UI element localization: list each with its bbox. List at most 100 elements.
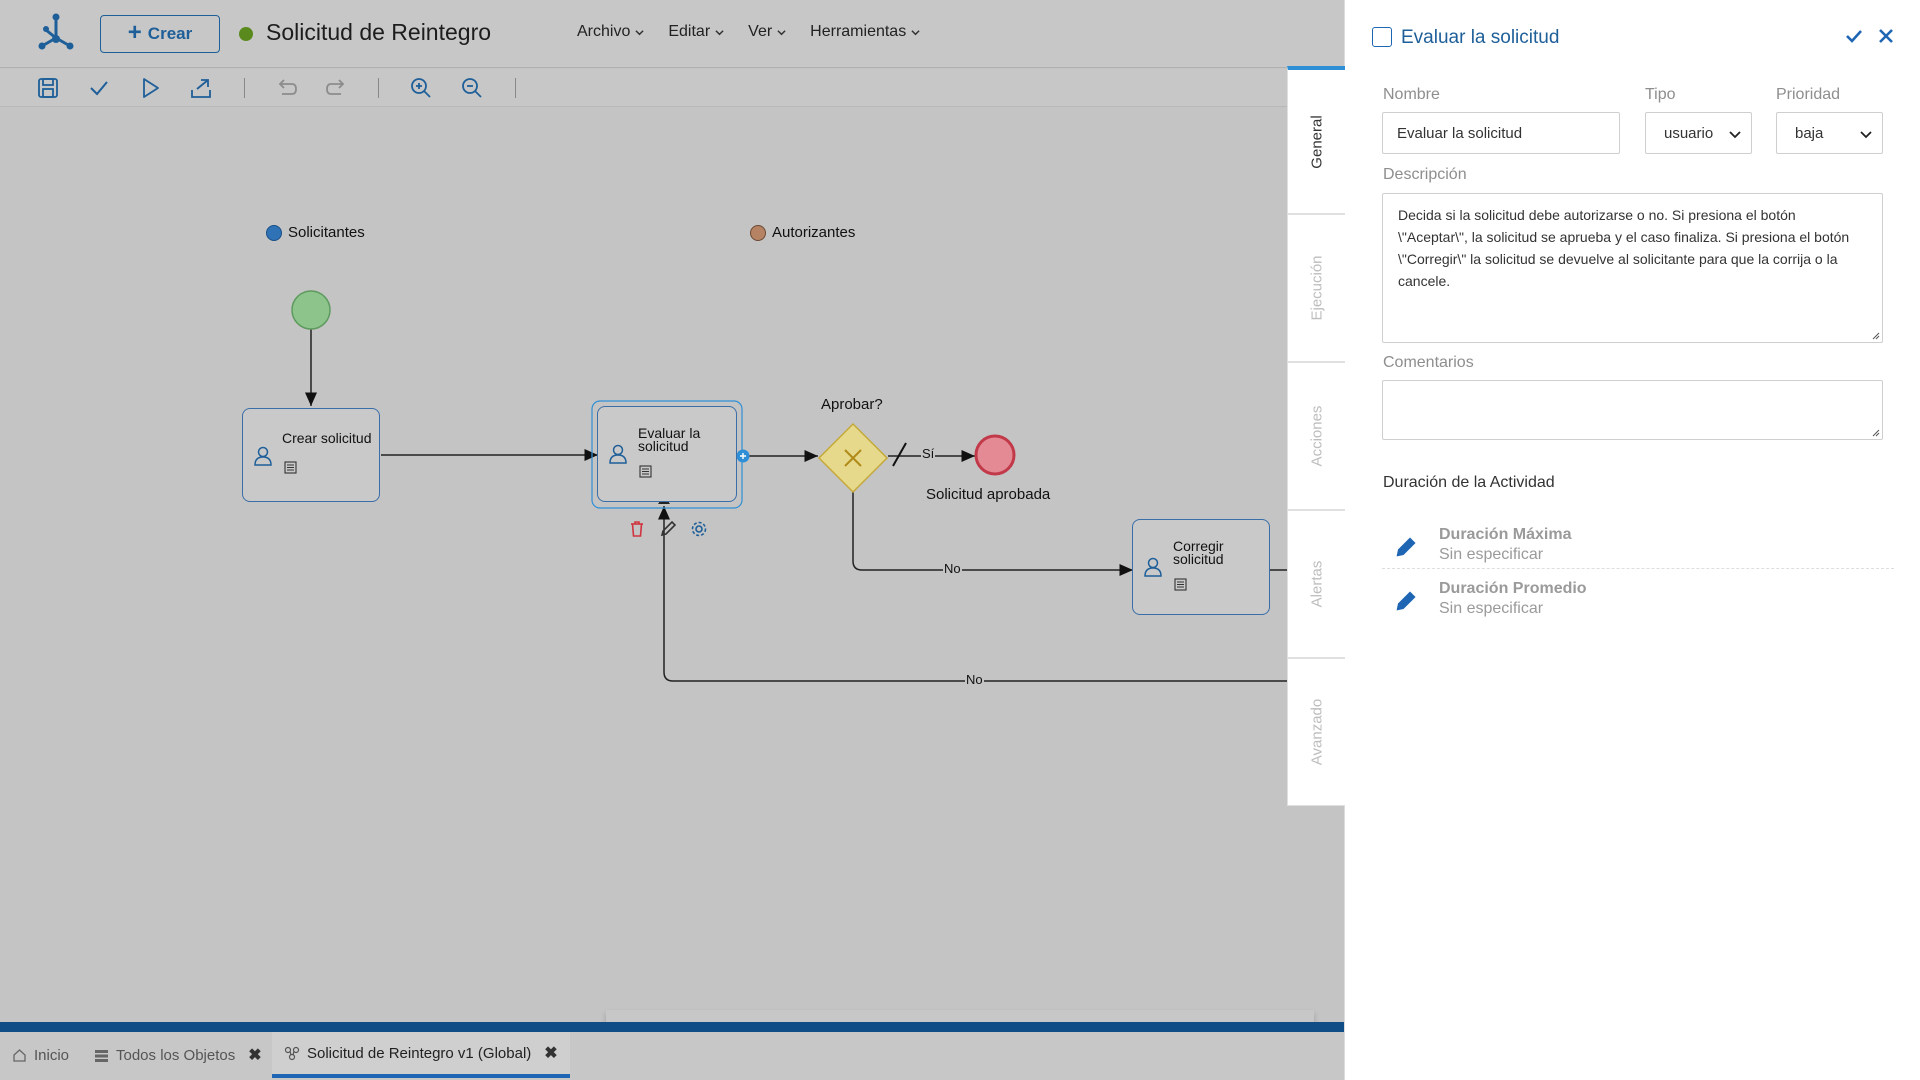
prioridad-label: Prioridad xyxy=(1776,86,1841,103)
tab-todos-los-objetos[interactable]: Todos los Objetos ✖ xyxy=(82,1032,274,1078)
lane-solicitantes[interactable]: Solicitantes xyxy=(266,224,365,241)
close-icon[interactable]: ✖ xyxy=(544,1043,557,1063)
duracion-divider xyxy=(1382,568,1894,569)
task-evaluar-line2: solicitud xyxy=(638,438,689,454)
tab-solicitud-reintegro[interactable]: Solicitud de Reintegro v1 (Global) ✖ xyxy=(272,1032,570,1078)
app-header: + Crear Solicitud de Reintegro Archivo E… xyxy=(0,0,1344,68)
comentarios-textarea[interactable] xyxy=(1382,380,1883,440)
panel-header: Evaluar la solicitud xyxy=(1345,0,1920,72)
lane-autorizantes-label: Autorizantes xyxy=(772,224,856,241)
main-menu: Archivo Editar Ver Herramientas xyxy=(577,23,920,41)
menu-archivo[interactable]: Archivo xyxy=(577,23,644,41)
task-evaluar-label: Evaluar la solicitud xyxy=(638,426,700,454)
zoom-in-button[interactable] xyxy=(408,75,434,101)
save-button[interactable] xyxy=(35,75,61,101)
settings-icon[interactable] xyxy=(690,520,708,538)
toolbar-divider xyxy=(378,78,379,98)
tab-alertas-label: Alertas xyxy=(1308,560,1325,608)
descripcion-label: Descripción xyxy=(1383,166,1467,183)
chevron-down-icon xyxy=(635,29,644,35)
task-corregir-label: Corregir solicitud xyxy=(1173,539,1224,566)
tab-inicio[interactable]: Inicio xyxy=(0,1032,81,1078)
toolbar-divider xyxy=(244,78,245,98)
prioridad-value: baja xyxy=(1795,124,1824,142)
home-icon xyxy=(13,1048,26,1062)
chevron-down-icon xyxy=(1729,131,1741,139)
process-icon xyxy=(284,1046,300,1060)
tab-general[interactable]: General xyxy=(1287,66,1345,214)
export-icon xyxy=(191,79,211,98)
task-crear-solicitud[interactable]: Crear solicitud xyxy=(242,408,380,502)
edge-label-si: Sí xyxy=(921,446,936,461)
tab-ejecucion[interactable]: Ejecución xyxy=(1287,214,1345,362)
export-button[interactable] xyxy=(188,75,214,101)
nombre-label: Nombre xyxy=(1383,86,1440,103)
tab-acciones[interactable]: Acciones xyxy=(1287,362,1345,510)
undo-button[interactable] xyxy=(273,75,299,101)
duracion-maxima-value: Sin especificar xyxy=(1439,546,1544,563)
tab-alertas[interactable]: Alertas xyxy=(1287,510,1345,658)
run-button[interactable] xyxy=(137,75,163,101)
bottom-tab-bar: Inicio Todos los Objetos ✖ Solicitud de … xyxy=(0,1032,1344,1080)
lane-solicitantes-label: Solicitantes xyxy=(288,224,365,241)
task-evaluar-solicitud[interactable]: Evaluar la solicitud xyxy=(597,406,737,502)
pencil-icon[interactable] xyxy=(1395,536,1417,558)
panel-checkbox[interactable] xyxy=(1372,27,1392,47)
gateway-label: Aprobar? xyxy=(821,396,883,413)
zoom-out-button[interactable] xyxy=(459,75,485,101)
create-button[interactable]: + Crear xyxy=(100,15,220,53)
diagram-canvas[interactable]: Solicitantes Autorizantes Crear solicitu… xyxy=(0,108,1344,1064)
tab-general-label: General xyxy=(1308,114,1325,169)
edge-label-no: No xyxy=(943,561,962,576)
zoom-in-icon xyxy=(411,78,431,98)
app-logo-icon[interactable] xyxy=(36,12,76,52)
plus-icon: + xyxy=(127,19,142,46)
resize-grip-icon[interactable] xyxy=(1871,428,1880,437)
task-crear-label: Crear solicitud xyxy=(282,430,372,446)
descripcion-textarea[interactable]: Decida si la solicitud debe autorizarse … xyxy=(1382,193,1883,343)
task-corregir-solicitud[interactable]: Corregir solicitud xyxy=(1132,519,1270,615)
tab-avanzado-label: Avanzado xyxy=(1308,698,1325,766)
resize-grip-icon[interactable] xyxy=(1871,331,1880,340)
end-event[interactable] xyxy=(974,434,1016,476)
delete-icon[interactable] xyxy=(628,520,646,538)
redo-button[interactable] xyxy=(324,75,350,101)
form-icon xyxy=(284,461,297,474)
confirm-icon[interactable] xyxy=(1843,25,1865,47)
editor-toolbar xyxy=(0,69,1344,107)
tab-current-label: Solicitud de Reintegro v1 (Global) xyxy=(307,1044,532,1062)
lane-autorizantes[interactable]: Autorizantes xyxy=(750,224,855,241)
nombre-input[interactable] xyxy=(1382,112,1620,154)
menu-herramientas[interactable]: Herramientas xyxy=(810,23,920,41)
check-icon xyxy=(90,81,108,96)
close-icon[interactable] xyxy=(1875,25,1897,47)
group-avatar-icon xyxy=(266,224,282,241)
tab-avanzado[interactable]: Avanzado xyxy=(1287,658,1345,806)
user-task-icon xyxy=(254,446,272,466)
page-title: Solicitud de Reintegro xyxy=(266,19,492,45)
user-task-icon xyxy=(609,444,627,464)
prioridad-select[interactable]: baja xyxy=(1776,112,1883,154)
duracion-maxima-label: Duración Máxima xyxy=(1439,526,1572,543)
menu-editar-label: Editar xyxy=(668,23,711,40)
status-dot xyxy=(239,27,253,41)
menu-ver[interactable]: Ver xyxy=(748,23,786,41)
pencil-icon[interactable] xyxy=(1395,590,1417,612)
tab-inicio-label: Inicio xyxy=(34,1046,70,1064)
form-icon xyxy=(639,465,652,478)
undo-icon xyxy=(278,79,297,95)
start-event[interactable] xyxy=(291,290,331,330)
user-task-icon xyxy=(1144,557,1162,577)
zoom-out-icon xyxy=(462,78,482,98)
exclusive-gateway[interactable] xyxy=(817,422,889,494)
redo-icon xyxy=(326,79,345,95)
list-icon xyxy=(95,1049,108,1062)
duracion-maxima: Duración Máxima Sin especificar xyxy=(1383,520,1895,572)
menu-editar[interactable]: Editar xyxy=(668,23,724,41)
edit-icon[interactable] xyxy=(659,520,677,538)
close-icon[interactable]: ✖ xyxy=(248,1045,261,1065)
tipo-value: usuario xyxy=(1664,124,1714,142)
duracion-promedio-value: Sin especificar xyxy=(1439,600,1544,617)
validate-button[interactable] xyxy=(86,75,112,101)
tipo-select[interactable]: usuario xyxy=(1645,112,1752,154)
